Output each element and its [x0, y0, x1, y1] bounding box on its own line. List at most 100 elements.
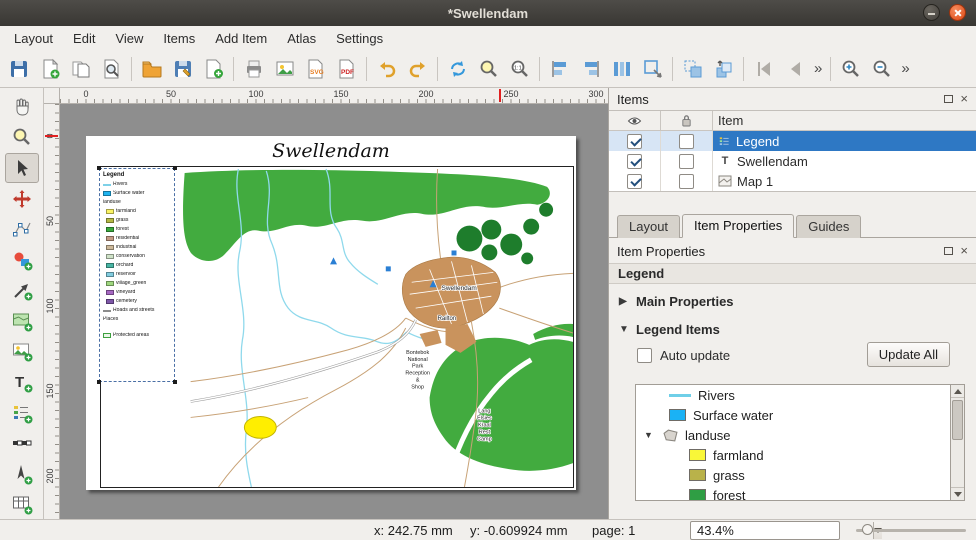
vertical-ruler[interactable]: 0 50 100 150 200 [44, 104, 60, 519]
zoom-full-button[interactable] [474, 53, 503, 84]
tree-row-farmland[interactable]: farmland [636, 445, 950, 465]
item-row-legend[interactable]: Legend [609, 131, 976, 151]
new-layout-button[interactable] [35, 53, 64, 84]
undo-button[interactable] [372, 53, 401, 84]
update-all-button[interactable]: Update All [867, 342, 950, 367]
add-scalebar-button[interactable] [5, 428, 39, 458]
resize-button[interactable] [638, 53, 667, 84]
raise-items-button[interactable] [709, 53, 738, 84]
close-panel-icon[interactable]: × [960, 94, 968, 104]
tab-guides[interactable]: Guides [796, 215, 861, 238]
legend-item-selected[interactable]: Legend Rivers Surface water landuse farm… [99, 168, 175, 382]
menu-items[interactable]: Items [163, 31, 195, 46]
layout-page[interactable]: Swellendam [86, 136, 576, 490]
distribute-button[interactable] [607, 53, 636, 84]
tree-row-landuse[interactable]: ▼landuse [636, 425, 950, 445]
float-panel-icon[interactable] [944, 95, 953, 103]
duplicate-layout-button[interactable] [66, 53, 95, 84]
tab-item-properties[interactable]: Item Properties [682, 214, 794, 238]
horizontal-ruler[interactable]: 0 50 100 150 200 250 300 [60, 88, 608, 104]
close-panel-icon[interactable]: × [960, 246, 968, 256]
open-folder-button[interactable] [137, 53, 166, 84]
add-legend-button[interactable] [5, 398, 39, 428]
legend-entry: Surface water [103, 189, 171, 198]
expander-icon[interactable]: ▼ [644, 430, 656, 440]
refresh-view-button[interactable] [443, 53, 472, 84]
section-legend-items[interactable]: ▼ Legend Items [609, 318, 976, 340]
add-picture-button[interactable] [5, 337, 39, 367]
dock-tabs: Layout Item Properties Guides [609, 214, 976, 238]
add-pages-button[interactable] [199, 53, 228, 84]
add-table-button[interactable] [5, 490, 39, 520]
selection-handle[interactable] [97, 380, 101, 384]
tree-scrollbar[interactable] [951, 384, 965, 501]
item-row-map1[interactable]: Map 1 [609, 171, 976, 191]
scroll-down-icon[interactable] [951, 487, 964, 500]
add-label-button[interactable]: T [5, 367, 39, 397]
redo-button[interactable] [403, 53, 432, 84]
tab-layout[interactable]: Layout [617, 215, 680, 238]
minimize-icon[interactable] [923, 4, 940, 21]
pan-tool-button[interactable] [5, 92, 39, 122]
add-shape-button[interactable] [5, 245, 39, 275]
zoom-out-button[interactable] [867, 53, 896, 84]
menu-layout[interactable]: Layout [14, 31, 53, 46]
zoom-tool-button[interactable] [5, 123, 39, 153]
move-item-content-button[interactable] [5, 184, 39, 214]
item-row-swellendam-label[interactable]: TSwellendam [609, 151, 976, 171]
page-title-label-item[interactable]: Swellendam [86, 140, 576, 162]
selection-handle[interactable] [173, 166, 177, 170]
export-pdf-button[interactable]: PDF [332, 53, 361, 84]
save-as-button[interactable] [168, 53, 197, 84]
select-move-item-button[interactable] [5, 153, 39, 183]
zoom-actual-button[interactable]: 1:1 [505, 53, 534, 84]
visibility-checkbox[interactable] [627, 154, 642, 169]
add-arrow-button[interactable] [5, 275, 39, 305]
svg-text:Camp: Camp [477, 436, 492, 442]
export-image-button[interactable] [270, 53, 299, 84]
lock-checkbox[interactable] [679, 174, 694, 189]
add-map-button[interactable] [5, 306, 39, 336]
group-items-button[interactable] [678, 53, 707, 84]
close-icon[interactable] [949, 4, 966, 21]
align-left-button[interactable] [545, 53, 574, 84]
scroll-up-icon[interactable] [951, 385, 964, 398]
add-north-arrow-button[interactable] [5, 459, 39, 489]
menu-settings[interactable]: Settings [336, 31, 383, 46]
scrollbar-thumb[interactable] [952, 400, 963, 440]
float-panel-icon[interactable] [944, 247, 953, 255]
toolbar-overflow-icon[interactable]: » [811, 60, 825, 77]
toolbar-overflow-icon-2[interactable]: » [898, 60, 912, 77]
tree-row-forest[interactable]: forest [636, 485, 950, 501]
lock-checkbox[interactable] [679, 134, 694, 149]
layout-manager-button[interactable] [97, 53, 126, 84]
zoom-level-combo[interactable] [690, 521, 840, 540]
visibility-checkbox[interactable] [627, 134, 642, 149]
align-right-button[interactable] [576, 53, 605, 84]
menu-view[interactable]: View [115, 31, 143, 46]
lock-checkbox[interactable] [679, 154, 694, 169]
atlas-previous-button[interactable] [780, 53, 809, 84]
slider-handle[interactable] [862, 524, 873, 535]
visibility-checkbox[interactable] [627, 174, 642, 189]
edit-nodes-item-button[interactable] [5, 214, 39, 244]
export-svg-button[interactable]: SVG [301, 53, 330, 84]
tree-row-surface-water[interactable]: Surface water [636, 405, 950, 425]
menu-add-item[interactable]: Add Item [215, 31, 267, 46]
tree-row-rivers[interactable]: Rivers [636, 385, 950, 405]
print-button[interactable] [239, 53, 268, 84]
tree-row-grass[interactable]: grass [636, 465, 950, 485]
menu-atlas[interactable]: Atlas [287, 31, 316, 46]
auto-update-checkbox[interactable] [637, 348, 652, 363]
zoom-in-button[interactable] [836, 53, 865, 84]
menu-edit[interactable]: Edit [73, 31, 95, 46]
section-main-properties[interactable]: ▶ Main Properties [609, 290, 976, 312]
save-button[interactable] [4, 53, 33, 84]
selection-handle[interactable] [173, 380, 177, 384]
layout-canvas[interactable]: 0 50 100 150 200 250 300 0 50 100 150 20… [44, 88, 608, 519]
zoom-level-input[interactable] [691, 523, 873, 538]
highlight-ellipse-item [244, 416, 276, 438]
atlas-first-button[interactable] [749, 53, 778, 84]
selection-handle[interactable] [97, 166, 101, 170]
zoom-slider[interactable] [856, 520, 966, 540]
